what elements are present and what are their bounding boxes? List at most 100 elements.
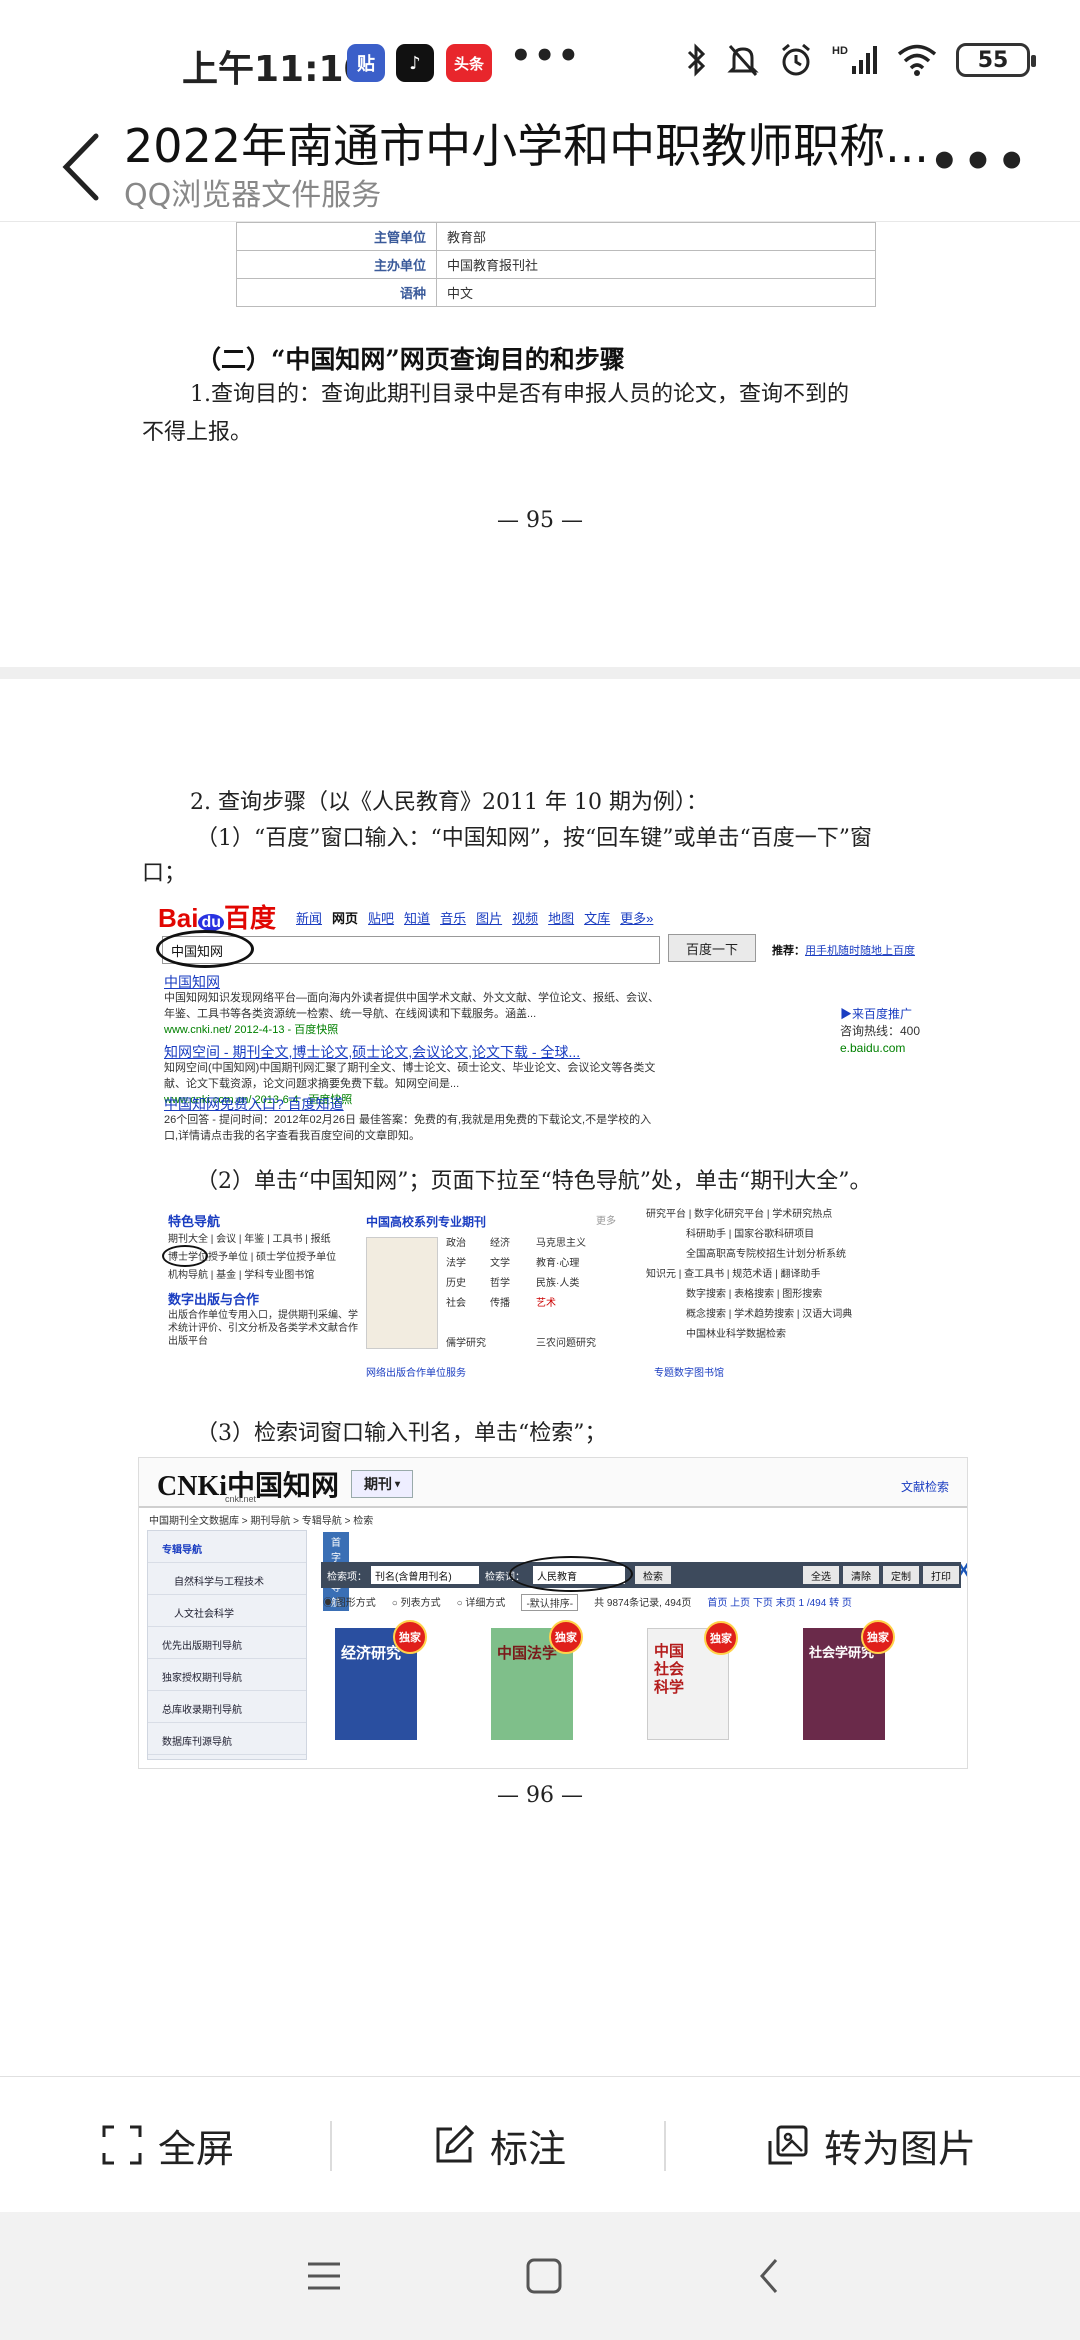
- title-bar: 2022年南通市中小学和中职教师职称... QQ浏览器文件服务 •••: [0, 110, 1080, 222]
- publish-partner-link[interactable]: 网络出版合作单位服务: [366, 1365, 466, 1383]
- hd-signal-icon: HD: [832, 45, 877, 74]
- paragraph-line: 不得上报。: [142, 420, 253, 445]
- document-viewer[interactable]: 主管单位 教育部 主办单位 中国教育报刊社 语种 中文 （二）“中国知网”网页查询目的…: [0, 222, 1080, 2076]
- research-tools-panel: 研究平台 | 数字化研究平台 | 学术研究热点 科研助手 | 国家谷歌科研项目 …: [646, 1209, 853, 1340]
- cnki-header: CNKi中国知网 cnki.net 期刊 ▾ 文献检索: [139, 1458, 967, 1508]
- topic-library-link[interactable]: 专题数字图书馆: [654, 1365, 724, 1383]
- nav-tieba[interactable]: 贴吧: [368, 908, 394, 927]
- pager[interactable]: 首页 上页 下页 末页 1 /494 转 页: [707, 1594, 851, 1611]
- journal-cover[interactable]: 中国法学 独家: [491, 1620, 583, 1740]
- toolbar-divider: [330, 2121, 332, 2171]
- feature-nav-panel: 特色导航 期刊大全 | 会议 | 年鉴 | 工具书 | 报纸 博士学位授予单位 …: [168, 1214, 358, 1347]
- search-button[interactable]: 检索: [635, 1566, 671, 1584]
- journal-series-panel: 中国高校系列专业期刊 更多 政治 经济 马克思主义 法学 文学 教育·心理 历史 哲学 民族…: [366, 1215, 616, 1349]
- system-nav-bar: [0, 2212, 1080, 2340]
- customize-button[interactable]: 定制: [883, 1566, 919, 1584]
- journal-cover[interactable]: 经济研究 独家: [335, 1620, 427, 1740]
- nav-more[interactable]: 更多»: [620, 908, 653, 927]
- baidu-nav: 新闻 网页 贴吧 知道 音乐 图片 视频 地图 文库 更多»: [296, 908, 653, 927]
- menu-icon[interactable]: [300, 2252, 348, 2300]
- back-arrow-icon[interactable]: [52, 124, 112, 210]
- more-notifications-icon: •••: [510, 36, 582, 76]
- mute-bell-icon: [727, 44, 759, 77]
- result-title[interactable]: 知网空间 - 期刊全文,博士论文,硕士论文,会议论文,论文下载 - 全球...: [164, 1044, 664, 1060]
- view-options: ◉ 图形方式 ○ 列表方式 ○ 详细方式 -默认排序- 共 9874条记录, 4…: [323, 1594, 852, 1611]
- baidu-logo: Bai du 百度: [158, 903, 277, 933]
- sidebar-item[interactable]: 优先出版期刊导航: [148, 1627, 306, 1659]
- sidebar-item[interactable]: 专辑导航: [148, 1531, 306, 1563]
- search-result: 中国知网免费入口? 百度知道 26个回答 - 提问时间：2012年02月26日 …: [164, 1096, 664, 1144]
- convert-to-image-button[interactable]: 转为图片: [766, 2117, 976, 2173]
- status-right-group: HD 55: [686, 42, 1036, 78]
- page-number: — 96 —: [497, 1783, 583, 1808]
- sidebar-item[interactable]: 人文社会科学: [148, 1595, 306, 1627]
- cnki-search-bar: 检索项： 刊名(含曾用刊名) 检索词： 人民教育 检索 全选 清除 定制 打印: [321, 1562, 961, 1588]
- result-url: www.cnki.net/ 2012-4-13 - 百度快照: [164, 1024, 339, 1036]
- paragraph-line: （3）检索词窗口输入刊名，单击“检索”；: [196, 1421, 607, 1446]
- section-heading: （二）“中国知网”网页查询目的和步骤: [196, 345, 625, 374]
- result-title[interactable]: 中国知网: [164, 974, 664, 990]
- cnki-search-screenshot: CNKi中国知网 cnki.net 期刊 ▾ 文献检索 中国期刊全文数据库 > 期…: [138, 1457, 968, 1769]
- annotate-button[interactable]: 标注: [432, 2117, 566, 2173]
- clear-button[interactable]: 清除: [843, 1566, 879, 1584]
- sidebar-item[interactable]: 数据库刊源导航: [148, 1723, 306, 1755]
- nav-video[interactable]: 视频: [512, 908, 538, 927]
- cnki-sidebar: 专辑导航 自然科学与工程技术 人文社会科学 优先出版期刊导航 独家授权期刊导航 …: [147, 1530, 307, 1760]
- tieba-app-icon: 贴: [347, 44, 385, 82]
- table-row: 语种 中文: [236, 278, 876, 307]
- nav-news[interactable]: 新闻: [296, 908, 322, 927]
- paragraph-line: （2）单击“中国知网”；页面下拉至“特色导航”处，单击“期刊大全”。: [196, 1169, 872, 1194]
- paragraph-line: 口；: [142, 861, 187, 886]
- fullscreen-icon: [102, 2125, 142, 2165]
- status-time: 上午11:10: [182, 49, 369, 90]
- svg-text:HD: HD: [832, 45, 848, 57]
- baidu-search-button[interactable]: 百度一下: [668, 934, 756, 962]
- sidebar-item[interactable]: 自然科学与工程技术: [148, 1563, 306, 1595]
- baidu-recommend: 推荐：用手机随时随地上百度: [772, 945, 915, 957]
- page-number: — 95 —: [497, 508, 583, 533]
- table-row: 主管单位 教育部: [236, 222, 876, 251]
- alarm-icon: [782, 43, 810, 76]
- highlight-circle: [162, 1245, 208, 1267]
- bottom-toolbar: 全屏 标注 转为图片: [0, 2076, 1080, 2212]
- image-convert-icon: [768, 2125, 808, 2165]
- journal-cover[interactable]: 中国社会科学 独家: [647, 1621, 738, 1740]
- highlight-circle: [156, 930, 254, 968]
- search-field-select[interactable]: 刊名(含曾用刊名): [371, 1566, 479, 1584]
- journal-tab[interactable]: 期刊 ▾: [351, 1470, 413, 1498]
- toolbar-divider: [664, 2121, 666, 2171]
- fullscreen-button[interactable]: 全屏: [100, 2117, 234, 2173]
- tiktok-app-icon: ♪: [396, 44, 434, 82]
- sidebar-item[interactable]: 总库收录期刊导航: [148, 1691, 306, 1723]
- baidu-search-screenshot: Bai du 百度 新闻 网页 贴吧 知道 音乐 图片 视频 地图 文库 更多» 中…: [156, 898, 944, 1148]
- nav-map[interactable]: 地图: [548, 908, 574, 927]
- edit-icon: [436, 2124, 475, 2163]
- nav-web[interactable]: 网页: [332, 908, 358, 927]
- toutiao-app-icon: 头条: [446, 44, 492, 82]
- select-all-button[interactable]: 全选: [803, 1566, 839, 1584]
- feature-nav-title: 特色导航: [168, 1214, 221, 1229]
- sidebar-item[interactable]: 独家授权期刊导航: [148, 1659, 306, 1691]
- breadcrumb: 中国期刊全文数据库 > 期刊导航 > 专辑导航 > 检索: [149, 1516, 374, 1527]
- print-button[interactable]: 打印: [923, 1566, 959, 1584]
- paragraph-line: （1）“百度”窗口输入：“中国知网”，按“回车键”或单击“百度一下”窗: [196, 826, 872, 851]
- nav-music[interactable]: 音乐: [440, 908, 466, 927]
- table-row: 主办单位 中国教育报刊社: [236, 250, 876, 279]
- cnki-nav-screenshot: 特色导航 期刊大全 | 会议 | 年鉴 | 工具书 | 报纸 博士学位授予单位 …: [160, 1205, 900, 1391]
- nav-zhidao[interactable]: 知道: [404, 908, 430, 927]
- status-bar: 上午11:10 贴 ♪ 头条 ••• HD 55: [0, 0, 1080, 120]
- nav-images[interactable]: 图片: [476, 908, 502, 927]
- journal-cover[interactable]: 社会学研究 独家: [803, 1620, 895, 1740]
- literature-search-link[interactable]: 文献检索: [901, 1478, 949, 1495]
- paragraph-line: 1.查询目的：查询此期刊目录中是否有申报人员的论文，查询不到的: [190, 382, 849, 407]
- baidu-promotion-ad: ▶来百度推广 咨询热线：400 e.baidu.com: [840, 1007, 921, 1055]
- document-title: 2022年南通市中小学和中职教师职称...: [124, 119, 929, 173]
- result-desc: 26个回答 - 提问时间：2012年02月26日 最佳答案：免费的有,我就是用免…: [164, 1114, 652, 1142]
- journal-info-table: 主管单位 教育部 主办单位 中国教育报刊社 语种 中文: [236, 222, 876, 307]
- bluetooth-icon: [687, 43, 706, 77]
- home-icon[interactable]: [520, 2252, 568, 2300]
- result-title[interactable]: 中国知网免费入口? 百度知道: [164, 1096, 664, 1112]
- nav-wenku[interactable]: 文库: [584, 908, 610, 927]
- more-menu-icon[interactable]: •••: [929, 134, 1030, 190]
- back-nav-icon[interactable]: [746, 2252, 794, 2300]
